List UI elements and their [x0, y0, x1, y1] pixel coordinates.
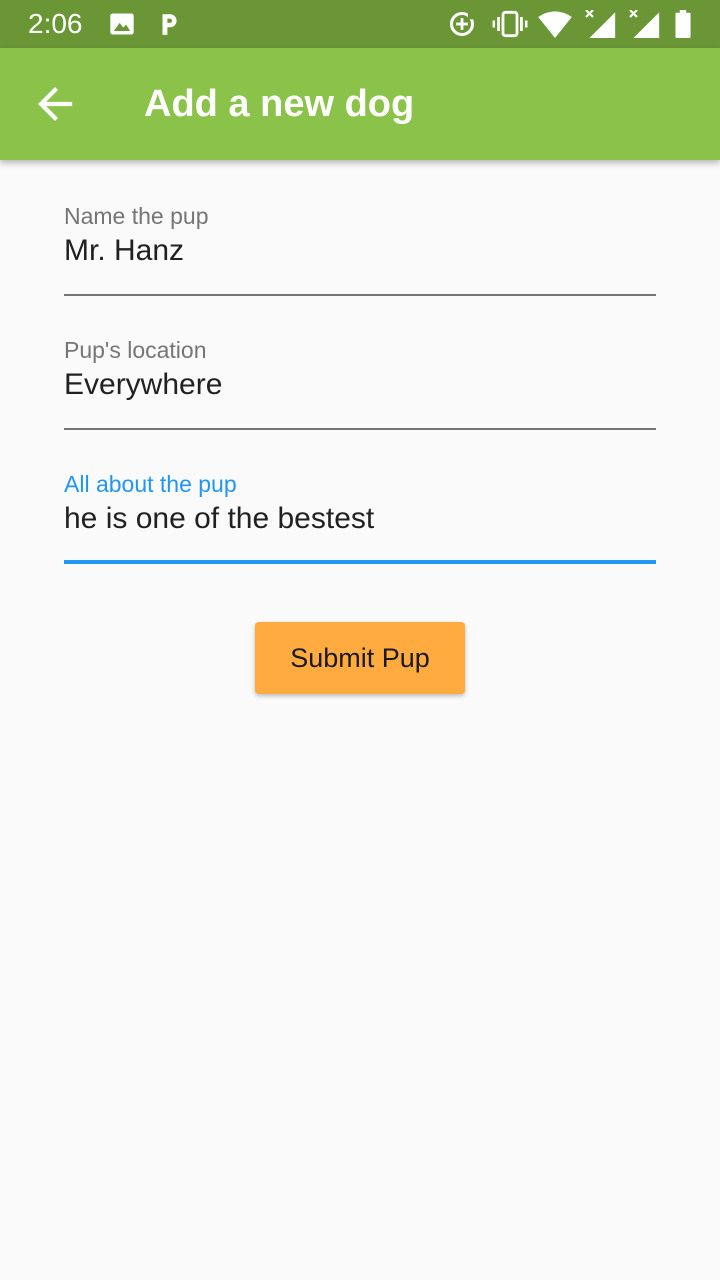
name-field-label: Name the pup	[64, 203, 209, 229]
data-saver-icon	[449, 11, 475, 37]
location-field-label: Pup's location	[64, 337, 207, 363]
name-underline	[64, 294, 656, 296]
page-title: Add a new dog	[144, 83, 415, 125]
back-button[interactable]	[24, 72, 88, 136]
wifi-icon	[538, 11, 572, 38]
location-field[interactable]: Pup's location	[64, 336, 656, 436]
location-underline	[64, 428, 656, 430]
image-icon	[110, 13, 134, 35]
location-input[interactable]	[64, 366, 656, 404]
signal-no-data-icon	[629, 10, 660, 38]
name-field[interactable]: Name the pup	[64, 202, 656, 302]
status-time: 2:06	[28, 8, 83, 39]
battery-icon	[675, 10, 691, 38]
parking-icon	[162, 14, 177, 35]
description-field-label: All about the pup	[64, 471, 237, 497]
description-field[interactable]: All about the pup	[64, 470, 656, 570]
status-bar: 2:06	[0, 0, 720, 48]
submit-pup-button[interactable]: Submit Pup	[255, 622, 465, 694]
submit-pup-label: Submit Pup	[290, 642, 430, 673]
description-underline	[64, 560, 656, 564]
description-input[interactable]	[64, 500, 656, 538]
app-bar: Add a new dog	[0, 48, 720, 160]
arrow-back-icon	[38, 87, 73, 121]
vibrate-icon	[492, 10, 528, 38]
name-input[interactable]	[64, 232, 656, 270]
signal-no-data-icon	[585, 10, 616, 38]
